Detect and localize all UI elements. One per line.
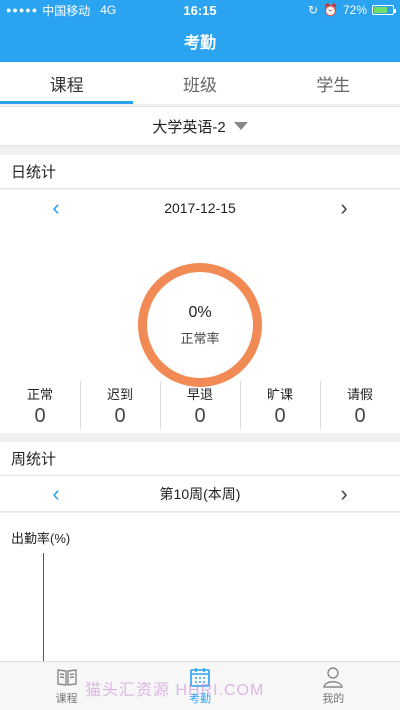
tab-course[interactable]: 课程 — [0, 62, 134, 104]
calendar-icon — [190, 668, 210, 687]
stat-value: 0 — [114, 405, 126, 427]
status-bar: ●●●●● 中国移动 4G 16:15 ↻ ⏰ 72% — [0, 0, 400, 20]
normal-rate-label: 正常率 — [180, 330, 220, 346]
date-navigator: ‹ 2017-12-15 › — [0, 190, 400, 226]
attendance-stats: 正常 0 迟到 0 早退 0 旷课 0 请假 0 — [0, 379, 400, 433]
bottom-tab-me[interactable]: 我的 — [267, 662, 400, 710]
book-icon — [56, 669, 77, 686]
stat-normal[interactable]: 正常 0 — [0, 379, 80, 433]
bottom-tab-attendance[interactable]: 考勤 — [133, 662, 266, 710]
bottom-tab-label: 我的 — [322, 693, 345, 705]
user-icon — [323, 667, 344, 688]
stat-absent[interactable]: 旷课 0 — [240, 379, 320, 433]
stat-label: 迟到 — [106, 387, 133, 402]
battery-icon — [372, 5, 396, 15]
prev-day-chevron-icon[interactable]: ‹ — [38, 190, 74, 226]
chart-y-axis — [43, 553, 44, 661]
stat-value: 0 — [34, 405, 46, 427]
stat-label: 请假 — [346, 387, 373, 402]
stat-late[interactable]: 迟到 0 — [80, 379, 160, 433]
nav-bar: 考勤 — [0, 20, 400, 62]
stat-label: 早退 — [186, 387, 213, 402]
stat-value: 0 — [274, 405, 286, 427]
next-day-chevron-icon[interactable]: › — [326, 190, 362, 226]
course-dropdown[interactable]: 大学英语-2 — [0, 106, 400, 146]
stat-value: 0 — [354, 405, 366, 427]
bottom-tab-course[interactable]: 课程 — [0, 662, 133, 710]
course-dropdown-value: 大学英语-2 — [152, 118, 226, 136]
bottom-tab-label: 课程 — [55, 693, 78, 705]
bottom-tab-label: 考勤 — [188, 693, 211, 705]
stat-label: 旷课 — [266, 387, 293, 402]
daily-section-title: 日统计 — [0, 155, 400, 189]
page-title: 考勤 — [183, 35, 216, 52]
battery-fill — [374, 7, 387, 13]
tab-class[interactable]: 班级 — [133, 62, 266, 104]
stat-label: 正常 — [26, 387, 53, 402]
daily-panel: 0% 正常率 正常 0 迟到 0 早退 0 旷课 0 请假 0 — [0, 225, 400, 433]
tab-student[interactable]: 学生 — [267, 62, 400, 104]
bottom-tab-bar: 课程 考勤 我的 — [0, 661, 400, 710]
weekly-chart: 出勤率(%) — [0, 513, 400, 661]
week-navigator: ‹ 第10周(本周) › — [0, 476, 400, 512]
weekly-section-title: 周统计 — [0, 442, 400, 476]
top-tabs: 课程 班级 学生 — [0, 62, 400, 104]
stat-value: 0 — [194, 405, 206, 427]
normal-rate-ring: 0% 正常率 — [138, 263, 262, 387]
current-date: 2017-12-15 — [164, 199, 236, 216]
chart-y-axis-label: 出勤率(%) — [11, 531, 71, 546]
caret-down-icon — [233, 122, 248, 130]
clock: 16:15 — [183, 2, 217, 18]
next-week-chevron-icon[interactable]: › — [326, 476, 362, 512]
stat-leave[interactable]: 请假 0 — [320, 379, 400, 433]
stat-early-leave[interactable]: 早退 0 — [160, 379, 240, 433]
prev-week-chevron-icon[interactable]: ‹ — [38, 476, 74, 512]
normal-rate-value: 0% — [188, 303, 212, 321]
current-week: 第10周(本周) — [159, 485, 241, 502]
